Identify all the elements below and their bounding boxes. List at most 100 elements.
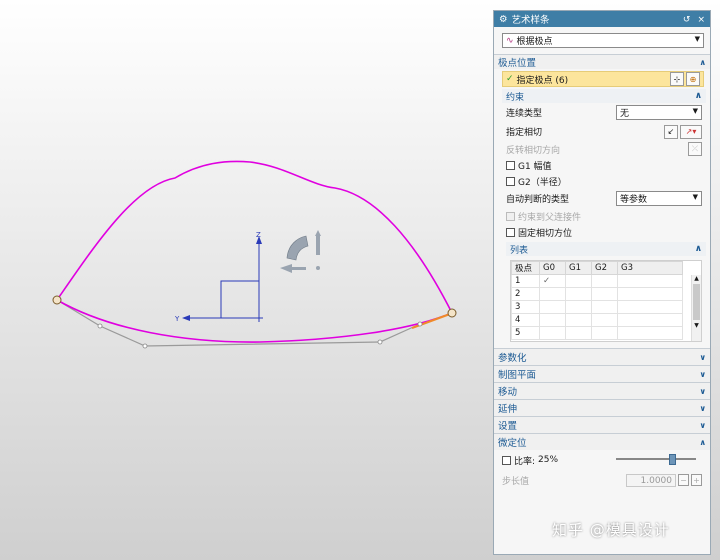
chevron-up-icon: ∧	[694, 244, 702, 254]
table-cell[interactable]: ✓	[539, 274, 566, 288]
table-cell[interactable]	[565, 300, 592, 314]
table-cell[interactable]	[565, 313, 592, 327]
y-arrow-icon	[182, 315, 190, 321]
fix-tangent-checkbox[interactable]	[506, 227, 515, 237]
reverse-tangent-row: 反转相切方向 ⤫	[494, 141, 710, 157]
point-dialog-icon[interactable]: ⊹	[670, 72, 684, 86]
table-cell[interactable]	[539, 300, 566, 314]
reverse-direction-icon[interactable]: ⤫	[688, 142, 702, 156]
step-label: 步长值	[502, 476, 530, 487]
close-icon[interactable]: ×	[697, 15, 705, 25]
spline-type-combo[interactable]: ∿ 根据极点 ▼	[502, 33, 704, 48]
pole-point-4[interactable]	[377, 339, 383, 345]
g2-row[interactable]: G2（半径）	[494, 173, 710, 189]
vector-dialog-icon[interactable]: ↙	[664, 124, 678, 139]
table-cell[interactable]	[591, 274, 618, 288]
table-cell[interactable]	[617, 274, 683, 288]
table-row[interactable]: 5	[511, 326, 683, 340]
table-cell[interactable]	[591, 326, 618, 340]
graphics-viewport[interactable]: Z Y	[0, 0, 490, 560]
g1-row[interactable]: G1 幅值	[494, 157, 710, 173]
table-row[interactable]: 2	[511, 287, 683, 301]
table-cell[interactable]	[591, 300, 618, 314]
fix-tangent-row[interactable]: 固定相切方位	[494, 224, 710, 240]
list-subsection[interactable]: 列表 ∧	[506, 242, 706, 256]
chevron-up-icon: ∧	[699, 57, 707, 67]
watermark: 知乎 @模具设计	[552, 521, 670, 539]
vector-type-icon[interactable]: ↗▾	[680, 124, 702, 139]
table-cell[interactable]	[565, 326, 592, 340]
snap-point-icon[interactable]: ⊕	[686, 72, 700, 86]
table-cell[interactable]	[539, 287, 566, 301]
step-plus-button[interactable]: +	[691, 474, 702, 486]
tangent-handle[interactable]	[411, 312, 451, 330]
scrollbar-thumb[interactable]	[693, 284, 700, 320]
reset-icon[interactable]: ↺	[683, 15, 691, 25]
step-minus-button[interactable]: −	[678, 474, 689, 486]
table-vertical-scrollbar[interactable]: ▲ ▼	[691, 275, 701, 341]
section-parameterization[interactable]: 参数化 ∨	[494, 348, 710, 365]
g2-checkbox[interactable]	[506, 176, 515, 186]
table-row[interactable]: 1 ✓	[511, 274, 683, 288]
table-cell[interactable]	[617, 313, 683, 327]
table-cell[interactable]	[539, 326, 566, 340]
ratio-slider[interactable]	[616, 454, 696, 465]
header-pole[interactable]: 极点	[511, 261, 540, 275]
table-cell[interactable]	[617, 300, 683, 314]
spline-curve[interactable]	[55, 160, 454, 343]
section-drawing-plane[interactable]: 制图平面 ∨	[494, 365, 710, 382]
continuity-row: 连续类型 无 ▼	[494, 103, 710, 122]
table-cell[interactable]	[539, 313, 566, 327]
continuity-combo[interactable]: 无 ▼	[616, 105, 702, 120]
fix-tangent-label: 固定相切方位	[518, 228, 573, 239]
table-cell[interactable]	[591, 287, 618, 301]
table-row[interactable]: 3	[511, 300, 683, 314]
scroll-up-icon[interactable]: ▲	[692, 275, 701, 282]
table-cell[interactable]	[591, 313, 618, 327]
slider-thumb[interactable]	[669, 454, 676, 465]
parent-constraint-label: 约束到父连接件	[518, 212, 582, 223]
scroll-down-icon[interactable]: ▼	[692, 322, 701, 329]
vertical-arrow-icon[interactable]	[315, 230, 321, 255]
control-polygon	[56, 299, 453, 347]
g2-label: G2（半径）	[518, 177, 567, 188]
pole-point-3[interactable]	[142, 343, 148, 349]
g1-label: G1 幅值	[518, 161, 552, 172]
table-row[interactable]: 4	[511, 313, 683, 327]
ratio-value: 25%	[538, 455, 559, 465]
dialog-titlebar[interactable]: ⚙ 艺术样条 ↺ ×	[494, 11, 710, 27]
table-cell: 5	[511, 326, 540, 340]
ratio-label: 比率:	[514, 456, 536, 467]
section-micro-position[interactable]: 微定位 ∧	[494, 433, 710, 450]
drag-arrow-icon[interactable]	[280, 264, 306, 273]
auto-type-combo[interactable]: 等参数 ▼	[616, 191, 702, 206]
pole-point-1[interactable]	[52, 295, 62, 305]
table-cell[interactable]	[565, 274, 592, 288]
section-title: 设置	[498, 421, 518, 432]
ratio-checkbox[interactable]	[502, 455, 511, 465]
pole-point-5[interactable]	[417, 321, 423, 327]
pole-point-2[interactable]	[97, 323, 103, 329]
section-move[interactable]: 移动 ∨	[494, 382, 710, 399]
table-cell[interactable]	[617, 326, 683, 340]
section-extend[interactable]: 延伸 ∨	[494, 399, 710, 416]
pole-position-section[interactable]: 极点位置 ∧	[494, 54, 710, 69]
section-settings[interactable]: 设置 ∨	[494, 416, 710, 433]
rotate-arc-icon[interactable]	[286, 235, 309, 261]
header-g0[interactable]: G0	[539, 261, 566, 275]
pole-point-6[interactable]	[447, 308, 457, 318]
parent-constraint-checkbox[interactable]	[506, 211, 515, 221]
table-cell[interactable]	[617, 287, 683, 301]
tangent-row: 指定相切 ↙ ↗▾	[494, 122, 710, 141]
gear-icon: ⚙	[499, 13, 508, 25]
header-g3[interactable]: G3	[617, 261, 683, 275]
g1-checkbox[interactable]	[506, 160, 515, 170]
step-input[interactable]: 1.0000	[626, 473, 676, 487]
table-cell[interactable]	[565, 287, 592, 301]
header-g1[interactable]: G1	[565, 261, 592, 275]
header-g2[interactable]: G2	[591, 261, 618, 275]
table-cell: 4	[511, 313, 540, 327]
chevron-down-icon: ▼	[692, 107, 698, 115]
specify-poles-row[interactable]: ✓ 指定极点 (6) ⊹ ⊕	[502, 71, 704, 87]
constraint-subsection[interactable]: 约束 ∧	[502, 89, 706, 103]
